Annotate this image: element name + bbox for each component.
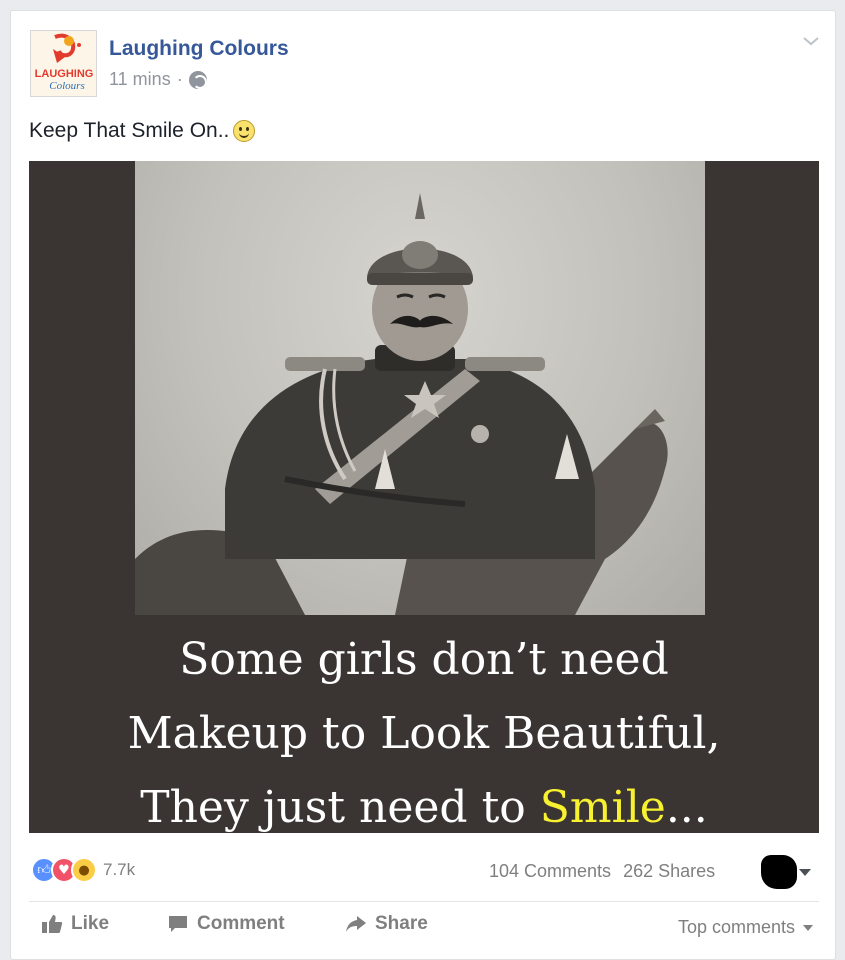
caption-line-3-pre: They just need to [140,782,540,833]
svg-text:Colours: Colours [49,80,84,92]
caption-line-3: They just need to Smile... [29,771,819,833]
reactions-summary[interactable]: 👍︎ ♥ ● 7.7k [31,857,135,883]
smile-emoji-icon [233,120,256,142]
share-button[interactable]: Share [345,913,428,935]
wow-reaction-icon: ● [71,857,97,883]
shares-count-link[interactable]: 262 Shares [623,861,715,882]
post-timestamp[interactable]: 11 mins [109,69,171,90]
caption-line-3-post: ... [665,782,708,833]
comment-bubble-icon [169,916,187,932]
comment-label: Comment [197,913,285,934]
comment-button[interactable]: Comment [167,913,285,935]
like-label: Like [71,913,110,934]
thumbs-up-icon [42,915,63,933]
post-message: Keep That Smile On.. [29,119,230,142]
comment-sort-dropdown[interactable]: Top comments [678,917,813,938]
meta-separator: · [176,69,183,89]
page-avatar[interactable]: LAUGHING Colours [30,30,97,97]
image-caption: Some girls don’t need Makeup to Look Bea… [29,623,819,833]
reaction-count[interactable]: 7.7k [103,860,135,880]
caption-line-1: Some girls don’t need [179,634,669,685]
action-bar: Like Comment Share Top comments [29,909,819,949]
caption-highlight: Smile [539,782,666,833]
page-name-link[interactable]: Laughing Colours [109,37,289,61]
post-image[interactable]: Some girls don’t need Makeup to Look Bea… [29,161,819,833]
post-text: Keep That Smile On.. [29,119,256,143]
redacted-avatar[interactable] [761,855,797,889]
svg-text:LAUGHING: LAUGHING [35,68,94,80]
comment-sort-label: Top comments [677,917,795,937]
like-button[interactable]: Like [41,913,109,935]
divider [29,901,819,902]
share-label: Share [375,913,428,934]
globe-icon [188,70,207,89]
post-meta: 11 mins · [109,69,207,90]
caret-down-icon [803,924,813,931]
share-arrow-icon [346,916,366,932]
post-card: LAUGHING Colours Laughing Colours 11 min… [10,10,836,960]
caption-line-2: Makeup to Look Beautiful, [127,708,721,759]
comments-count-link[interactable]: 104 Comments [489,861,611,882]
smiling-officer-illustration [135,193,668,615]
actor-selector-chevron-icon[interactable] [799,869,811,876]
post-stats: 104 Comments 262 Shares [489,861,715,882]
chevron-down-icon[interactable] [801,31,821,51]
kaiser-photo [135,161,705,615]
laughing-colours-logo: LAUGHING Colours [31,31,96,96]
